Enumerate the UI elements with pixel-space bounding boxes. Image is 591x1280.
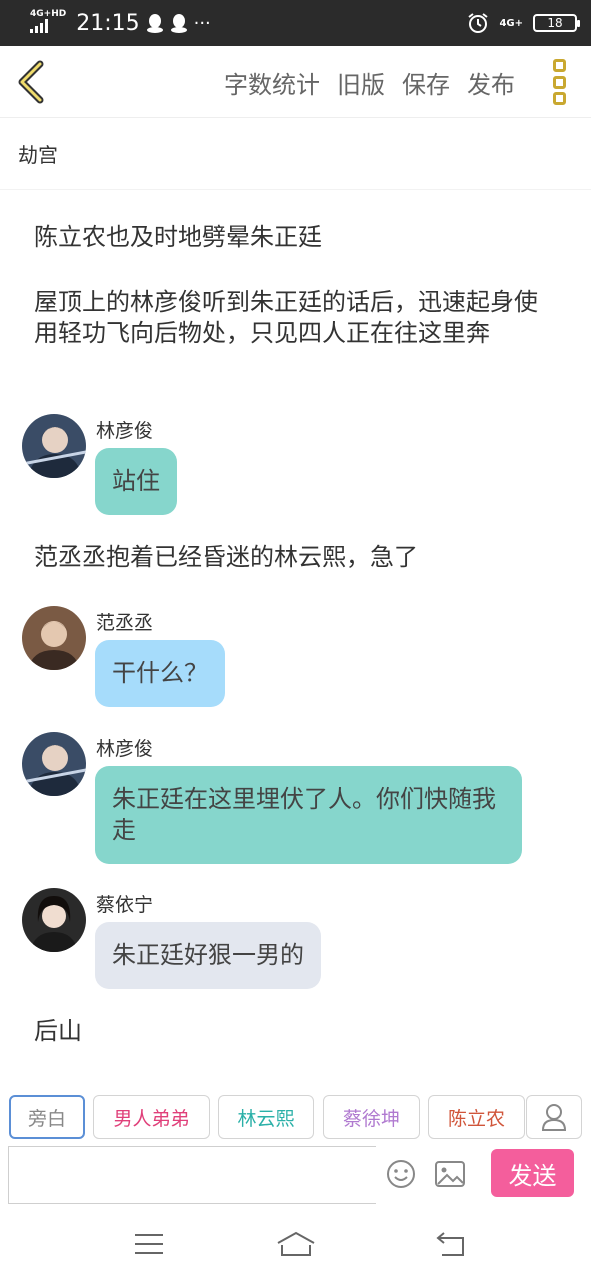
alarm-icon <box>468 13 489 33</box>
message-bubble[interactable]: 干什么？ <box>95 640 225 707</box>
narration-text[interactable]: 屋顶上的林彦俊听到朱正廷的话后，迅速起身使用轻功飞向后物处，只见四人正在往这里奔 <box>34 287 554 349</box>
narration-text[interactable]: 后山 <box>34 1016 554 1047</box>
home-icon[interactable] <box>276 1231 316 1257</box>
message-bubble[interactable]: 朱正廷在这里埋伏了人。你们快随我走 <box>95 766 522 864</box>
cellular-indicator: 4G+ <box>499 17 523 29</box>
battery-icon: 18 <box>533 14 580 32</box>
role-button[interactable]: 蔡徐坤 <box>323 1095 420 1139</box>
publish-button[interactable]: 发布 <box>467 65 515 100</box>
avatar <box>22 414 86 478</box>
top-toolbar: 字数统计 旧版 保存 发布 <box>0 46 591 118</box>
avatar <box>22 732 86 796</box>
signal-icon <box>30 19 48 33</box>
add-role-button[interactable] <box>526 1095 582 1139</box>
role-selector: 旁白 男人弟弟 林云熙 蔡徐坤 陈立农 <box>0 1090 591 1146</box>
system-nav-bar <box>0 1206 591 1280</box>
status-bar: 4G+HD 21:15 ··· 4G+ 18 <box>0 0 591 46</box>
role-button[interactable]: 陈立农 <box>428 1095 525 1139</box>
role-button[interactable]: 男人弟弟 <box>93 1095 210 1139</box>
old-version-button[interactable]: 旧版 <box>337 65 385 100</box>
more-options-icon[interactable] <box>553 59 569 105</box>
back-icon[interactable] <box>436 1231 466 1257</box>
role-button[interactable]: 林云熙 <box>218 1095 314 1139</box>
network-indicator: 4G+HD <box>30 10 66 36</box>
message-bubble[interactable]: 站住 <box>95 448 177 515</box>
speaker-name: 林彦俊 <box>96 738 154 760</box>
role-button[interactable]: 旁白 <box>9 1095 85 1139</box>
word-count-button[interactable]: 字数统计 <box>224 65 320 100</box>
back-arrow-icon[interactable] <box>14 60 50 104</box>
qq-icon <box>146 14 163 33</box>
story-title[interactable]: 劫宫 <box>0 118 591 190</box>
story-content: 陈立农也及时地劈晕朱正廷 屋顶上的林彦俊听到朱正廷的话后，迅速起身使用轻功飞向后… <box>0 190 591 1070</box>
image-icon[interactable] <box>434 1160 466 1188</box>
clock: 21:15 <box>76 10 140 36</box>
speaker-name: 蔡依宁 <box>96 894 154 916</box>
more-notifications-icon: ··· <box>193 12 211 34</box>
save-button[interactable]: 保存 <box>402 65 450 100</box>
send-button[interactable]: 发送 <box>491 1149 574 1197</box>
message-bubble[interactable]: 朱正廷好狠一男的 <box>95 922 321 989</box>
composer: 发送 <box>0 1146 591 1206</box>
avatar <box>22 606 86 670</box>
speaker-name: 范丞丞 <box>96 612 154 634</box>
narration-text[interactable]: 陈立农也及时地劈晕朱正廷 <box>34 222 554 253</box>
person-icon <box>541 1104 567 1131</box>
menu-icon[interactable] <box>134 1233 164 1255</box>
avatar <box>22 888 86 952</box>
message-input[interactable] <box>8 1146 376 1204</box>
narration-text[interactable]: 范丞丞抱着已经昏迷的林云熙，急了 <box>34 542 554 573</box>
qq-icon <box>170 14 187 33</box>
speaker-name: 林彦俊 <box>96 420 154 442</box>
emoji-icon[interactable] <box>386 1159 416 1189</box>
